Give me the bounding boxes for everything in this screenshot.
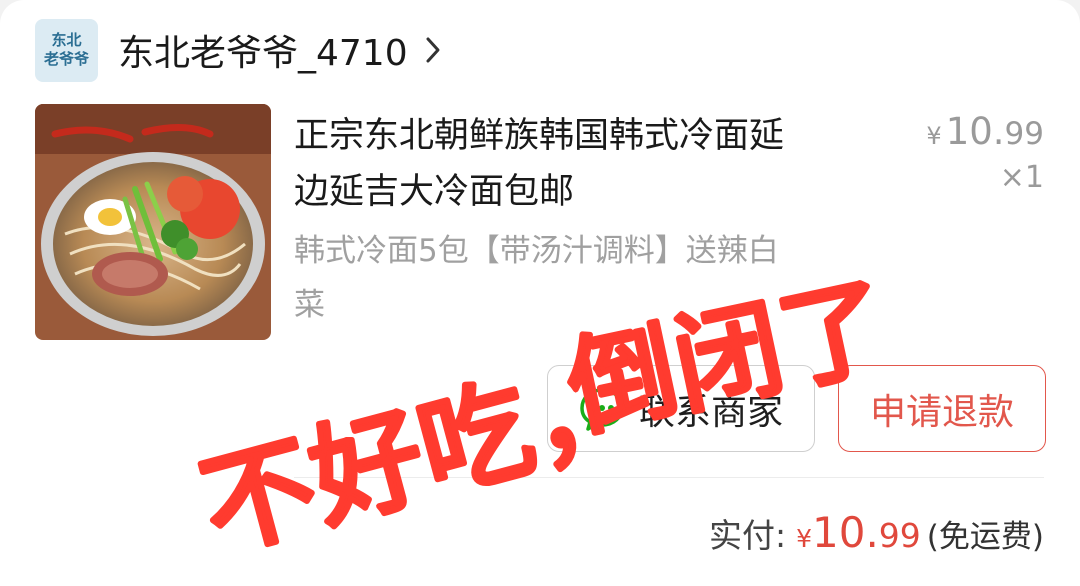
chat-bubble-icon	[580, 387, 624, 431]
store-logo-text-1: 东北	[51, 31, 82, 49]
product-spec: 韩式冷面5包【带汤汁调料】送辣白 菜	[294, 224, 884, 332]
product-title-line-1: 正宗东北朝鲜族韩国韩式冷面延	[294, 116, 785, 156]
price-integer: 10.	[945, 110, 1005, 153]
request-refund-button[interactable]: 申请退款	[838, 365, 1046, 452]
divider	[294, 477, 1044, 478]
price-decimal: 99	[1004, 116, 1044, 152]
quantity: ×1	[999, 160, 1044, 195]
amount-paid-decimal: 99	[878, 516, 921, 555]
request-refund-label: 申请退款	[869, 391, 1014, 433]
order-card: 东北 老爷爷 东北老爷爷_4710 正宗东北朝鲜族韩国韩式冷面延 边延吉大冷面包…	[0, 0, 1080, 586]
contact-seller-button[interactable]: 联系商家	[547, 365, 815, 452]
chevron-right-icon[interactable]	[422, 30, 446, 70]
amount-paid: 实付: ¥ 10. 99 (免运费)	[709, 508, 1044, 557]
amount-paid-currency: ¥	[796, 524, 812, 553]
store-logo: 东北 老爷爷	[35, 18, 98, 82]
product-title[interactable]: 正宗东北朝鲜族韩国韩式冷面延 边延吉大冷面包邮	[294, 108, 884, 220]
contact-seller-label: 联系商家	[638, 391, 783, 433]
unit-price: ¥10.99	[926, 110, 1044, 153]
product-spec-line-1: 韩式冷面5包【带汤汁调料】送辣白	[294, 233, 779, 269]
shipping-note: (免运费)	[926, 519, 1044, 555]
store-header[interactable]: 东北 老爷爷 东北老爷爷_4710	[35, 18, 446, 82]
product-title-line-2: 边延吉大冷面包邮	[294, 172, 575, 212]
product-spec-line-2: 菜	[294, 287, 325, 323]
price-currency: ¥	[926, 122, 942, 150]
product-image[interactable]	[35, 104, 271, 340]
store-name[interactable]: 东北老爷爷_4710	[118, 24, 408, 76]
store-logo-text-2: 老爷爷	[43, 50, 89, 68]
amount-paid-label: 实付:	[708, 516, 787, 555]
amount-paid-integer: 10.	[812, 508, 879, 557]
